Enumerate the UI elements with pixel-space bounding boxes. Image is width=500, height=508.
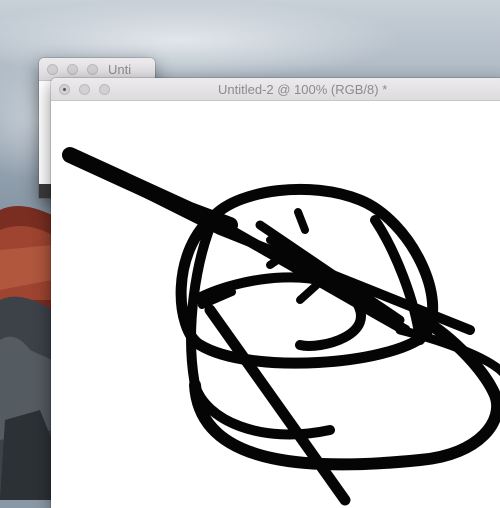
minimize-button[interactable] xyxy=(67,64,78,75)
brush-stroke xyxy=(204,304,351,506)
front-window-titlebar[interactable]: Untitled-2 @ 100% (RGB/8) * xyxy=(51,78,500,101)
back-window-title: Unti xyxy=(108,62,132,77)
unsaved-dot-icon xyxy=(63,88,66,91)
front-window-title: Untitled-2 @ 100% (RGB/8) * xyxy=(218,82,388,97)
zoom-button[interactable] xyxy=(99,84,110,95)
close-button[interactable] xyxy=(47,64,58,75)
drawing-canvas[interactable] xyxy=(51,101,500,508)
brush-stroke xyxy=(62,147,238,233)
front-document-window[interactable]: Untitled-2 @ 100% (RGB/8) * xyxy=(51,78,500,508)
minimize-button[interactable] xyxy=(79,84,90,95)
brush-stroke xyxy=(255,220,405,325)
close-button[interactable] xyxy=(59,84,70,95)
zoom-button[interactable] xyxy=(87,64,98,75)
